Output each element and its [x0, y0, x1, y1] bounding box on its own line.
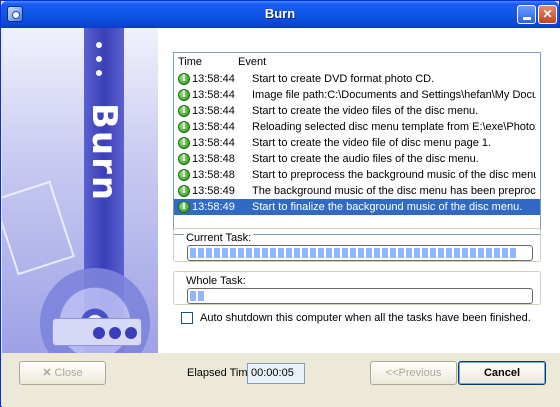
log-row[interactable]: i 13:58:48 Start to preprocess the backgro… [174, 167, 540, 183]
brand-panel: Burn [2, 28, 158, 353]
event-log-list[interactable]: Time Event i 13:58:44 Start to create DVD … [173, 52, 541, 235]
decor-dot [96, 56, 102, 62]
log-row[interactable]: i 13:58:44 Start to create DVD format phot… [174, 71, 540, 87]
log-row-event: Start to create the audio files of the d… [252, 153, 479, 165]
auto-shutdown-checkbox[interactable] [181, 312, 193, 324]
info-icon: i [178, 73, 190, 85]
info-icon: i [178, 121, 190, 133]
play-icon [93, 327, 105, 339]
log-row-event: Start to create DVD format photo CD. [252, 73, 435, 85]
log-row-event: Start to create the video files of the d… [252, 105, 479, 117]
brand-text: Burn [84, 103, 124, 203]
film-strip-decoration [2, 180, 75, 276]
minimize-icon [522, 17, 531, 20]
pause-icon [109, 327, 121, 339]
log-row-time: 13:58:44 [192, 73, 235, 85]
log-row-event: The background music of the disc menu ha… [252, 185, 536, 197]
button-bar: ✕ Close Elapsed Time: 00:00:05 <<Previous… [2, 353, 560, 407]
whole-task-label: Whole Task: [184, 275, 248, 287]
whole-task-progress-fill [190, 291, 204, 301]
info-icon: i [178, 89, 190, 101]
log-row[interactable]: i 13:58:49 Start to finalize the backgroun… [174, 199, 540, 215]
log-row[interactable]: i 13:58:48 Start to create the audio files… [174, 151, 540, 167]
minimize-button[interactable] [517, 5, 536, 24]
title-bar[interactable]: Burn ✕ [1, 1, 559, 28]
main-content: Time Event i 13:58:44 Start to create DVD … [158, 28, 560, 353]
decor-dot [96, 42, 102, 48]
info-icon: i [178, 137, 190, 149]
close-window-button[interactable]: ✕ [538, 5, 557, 24]
log-header: Time Event [174, 53, 540, 71]
current-task-group: Current Task: [173, 228, 541, 262]
burn-window: Burn ✕ Burn Time Event i 13:58:44 Start to… [0, 0, 560, 407]
log-row-time: 13:58:48 [192, 153, 235, 165]
previous-button[interactable]: <<Previous [370, 361, 457, 385]
log-row-event: Start to preprocess the background music… [252, 169, 536, 181]
elapsed-time-value: 00:00:05 [247, 363, 305, 384]
window-title: Burn [264, 6, 296, 21]
log-row[interactable]: i 13:58:44 Start to create the video files… [174, 103, 540, 119]
log-row-time: 13:58:49 [192, 201, 235, 213]
info-icon: i [178, 185, 190, 197]
log-row-event: Start to finalize the background music o… [252, 201, 523, 213]
info-icon: i [178, 201, 190, 213]
log-rows: i 13:58:44 Start to create DVD format phot… [174, 71, 540, 215]
current-task-progress [187, 245, 533, 261]
close-button[interactable]: ✕ Close [19, 361, 106, 385]
current-task-progress-fill [190, 248, 517, 258]
log-row-time: 13:58:48 [192, 169, 235, 181]
player-graphic [52, 318, 142, 346]
decor-dot [96, 70, 102, 76]
log-row[interactable]: i 13:58:44 Image file path:C:\Documents an… [174, 87, 540, 103]
log-row[interactable]: i 13:58:44 Reloading selected disc menu te… [174, 119, 540, 135]
log-row-event: Start to create the video file of disc m… [252, 137, 492, 149]
close-button-label: Close [54, 367, 83, 379]
log-row[interactable]: i 13:58:49 The background music of the dis… [174, 183, 540, 199]
log-row-event: Reloading selected disc menu template fr… [252, 121, 536, 133]
close-icon: ✕ [542, 7, 553, 21]
log-row-time: 13:58:44 [192, 89, 235, 101]
log-row[interactable]: i 13:58:44 Start to create the video file … [174, 135, 540, 151]
log-row-time: 13:58:49 [192, 185, 235, 197]
auto-shutdown-option[interactable]: Auto shutdown this computer when all the… [181, 312, 531, 324]
log-row-time: 13:58:44 [192, 121, 235, 133]
event-column-header[interactable]: Event [234, 56, 266, 68]
info-icon: i [178, 153, 190, 165]
current-task-label: Current Task: [184, 232, 254, 244]
info-icon: i [178, 105, 190, 117]
log-row-time: 13:58:44 [192, 105, 235, 117]
stop-icon [125, 327, 137, 339]
whole-task-progress [187, 288, 533, 304]
x-icon: ✕ [42, 367, 52, 379]
auto-shutdown-label[interactable]: Auto shutdown this computer when all the… [200, 312, 531, 324]
info-icon: i [178, 169, 190, 181]
cancel-button[interactable]: Cancel [458, 361, 546, 385]
log-row-event: Image file path:C:\Documents and Setting… [252, 89, 536, 101]
log-row-time: 13:58:44 [192, 137, 235, 149]
whole-task-group: Whole Task: [173, 271, 541, 305]
time-column-header[interactable]: Time [174, 56, 234, 68]
